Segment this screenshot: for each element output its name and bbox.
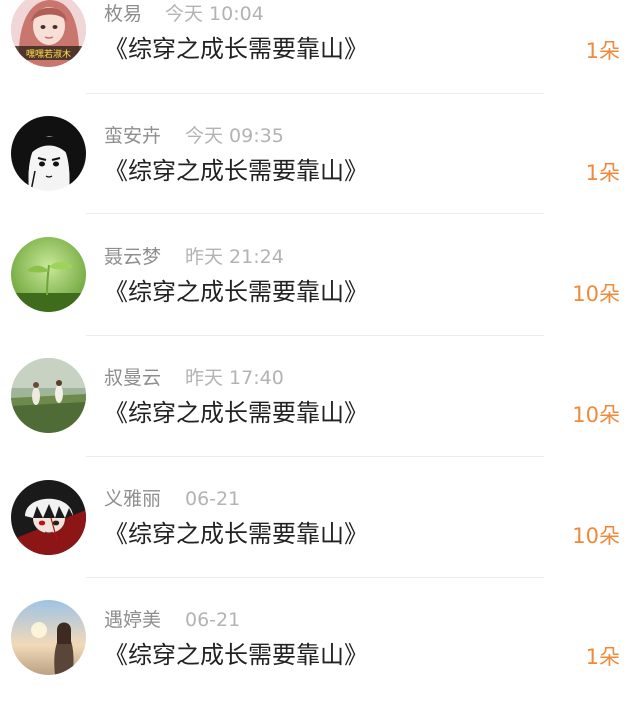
avatar-caption: 嘿嘿若淑木 [26, 48, 71, 60]
divider [86, 456, 544, 457]
book-title[interactable]: 《综穿之成长需要靠山》 [104, 156, 368, 186]
list-item[interactable]: 蛮安卉 今天 09:35 《综穿之成长需要靠山》 1朵 [0, 103, 640, 224]
flower-count: 10朵 [572, 403, 620, 427]
timestamp: 昨天 17:40 [185, 367, 284, 389]
avatar[interactable] [11, 600, 86, 675]
timestamp: 06-21 [185, 488, 241, 510]
book-title[interactable]: 《综穿之成长需要靠山》 [104, 277, 368, 307]
list-item[interactable]: 嘿嘿若淑木 枚易 今天 10:04 《综穿之成长需要靠山》 1朵 [0, 0, 640, 102]
avatar[interactable] [11, 358, 86, 433]
book-title[interactable]: 《综穿之成长需要靠山》 [104, 640, 368, 670]
divider [86, 213, 544, 214]
book-title[interactable]: 《综穿之成长需要靠山》 [104, 34, 368, 64]
avatar[interactable]: 嘿嘿若淑木 [11, 0, 86, 67]
flower-count: 1朵 [585, 39, 620, 63]
anime-white-hair-boy-avatar [11, 480, 86, 555]
girls-running-field-avatar [11, 358, 86, 433]
user-name[interactable]: 蛮安卉 [104, 124, 161, 148]
timestamp: 昨天 21:24 [185, 246, 284, 268]
woman-sunset-avatar [11, 600, 86, 675]
user-name[interactable]: 遇婷美 [104, 608, 161, 632]
book-title[interactable]: 《综穿之成长需要靠山》 [104, 519, 368, 549]
list-item[interactable]: 叔曼云 昨天 17:40 《综穿之成长需要靠山》 10朵 [0, 345, 640, 466]
flower-count: 1朵 [585, 161, 620, 185]
divider [86, 577, 544, 578]
green-sprout-avatar [11, 237, 86, 312]
flower-count: 10朵 [572, 524, 620, 548]
flower-count: 1朵 [585, 645, 620, 669]
pink-hair-girl-avatar: 嘿嘿若淑木 [11, 0, 86, 67]
list-item[interactable]: 聂云梦 昨天 21:24 《综穿之成长需要靠山》 10朵 [0, 224, 640, 345]
user-name[interactable]: 叔曼云 [104, 366, 161, 390]
user-name[interactable]: 聂云梦 [104, 245, 161, 269]
avatar[interactable] [11, 116, 86, 191]
gift-list: 嘿嘿若淑木 枚易 今天 10:04 《综穿之成长需要靠山》 1朵 蛮安卉 今天 … [0, 0, 640, 683]
divider [86, 93, 544, 94]
user-name[interactable]: 枚易 [104, 2, 142, 26]
list-item[interactable]: 义雅丽 06-21 《综穿之成长需要靠山》 10朵 [0, 466, 640, 587]
book-title[interactable]: 《综穿之成长需要靠山》 [104, 398, 368, 428]
list-item[interactable]: 遇婷美 06-21 《综穿之成长需要靠山》 1朵 [0, 587, 640, 708]
timestamp: 06-21 [185, 609, 241, 631]
avatar[interactable] [11, 237, 86, 312]
user-name[interactable]: 义雅丽 [104, 487, 161, 511]
divider [86, 335, 544, 336]
timestamp: 今天 10:04 [165, 3, 264, 25]
avatar[interactable] [11, 480, 86, 555]
anime-girl-black-hair-avatar [11, 116, 86, 191]
flower-count: 10朵 [572, 282, 620, 306]
timestamp: 今天 09:35 [185, 125, 284, 147]
